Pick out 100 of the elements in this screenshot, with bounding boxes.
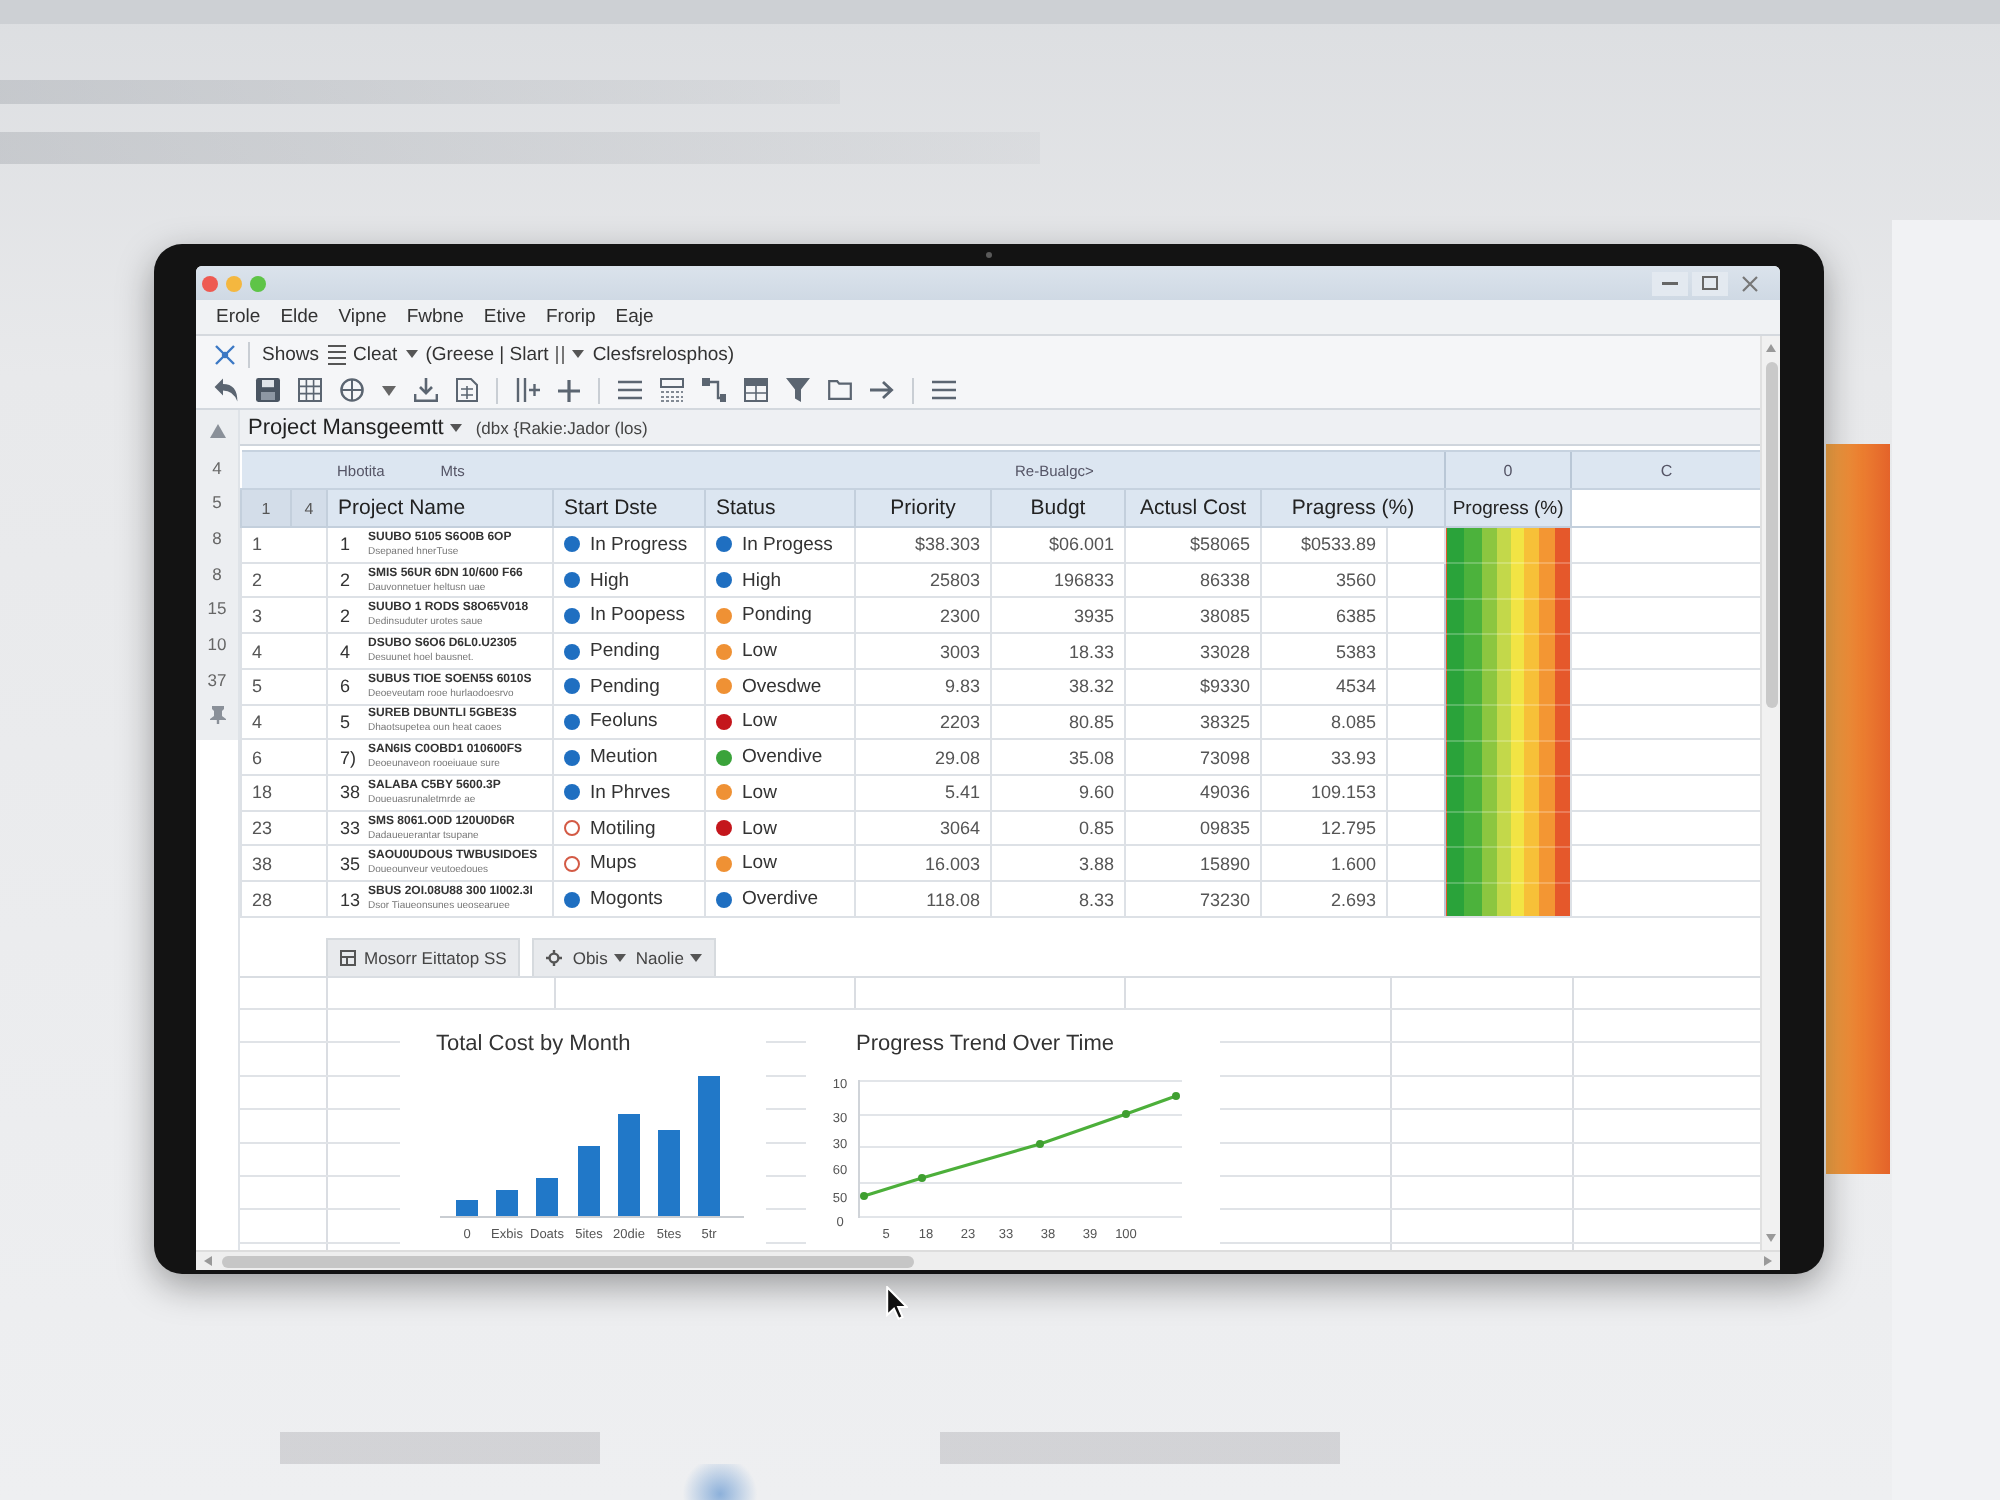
- status-label: Ovendive: [742, 746, 823, 769]
- table-cell: 33028: [1125, 633, 1261, 669]
- plus-icon[interactable]: [558, 379, 580, 401]
- maximize-button[interactable]: [1692, 271, 1728, 295]
- folder-icon[interactable]: [828, 380, 852, 400]
- column-header[interactable]: Budgt: [991, 489, 1125, 527]
- table-cell: 3064: [855, 810, 991, 846]
- right-arrow-icon[interactable]: [870, 380, 894, 400]
- name-box[interactable]: Project Mansgeemtt: [248, 415, 444, 439]
- column-header[interactable]: Actusl Cost: [1125, 489, 1261, 527]
- row-number: 8: [212, 525, 222, 552]
- toolbar-button[interactable]: Shows: [262, 343, 320, 365]
- table-icon[interactable]: [298, 378, 322, 402]
- table-cell: 1.600: [1261, 845, 1387, 882]
- project-number: 35: [340, 853, 360, 874]
- bar: [496, 1189, 518, 1216]
- table-cell: 3935: [991, 597, 1125, 634]
- table-cell: 35.08: [991, 739, 1125, 776]
- table-cell: 73098: [1125, 739, 1261, 776]
- table-cell: 86338: [1125, 562, 1261, 598]
- camera-icon: [985, 252, 991, 258]
- status-label: Meution: [590, 746, 658, 769]
- table-cell: 38325: [1125, 704, 1261, 740]
- table-cell: 73230: [1125, 881, 1261, 917]
- table-cell: 80.85: [991, 704, 1125, 740]
- status-label: Motiling: [590, 817, 656, 840]
- status-label: Low: [742, 710, 777, 733]
- scrollbar-thumb[interactable]: [1765, 362, 1777, 708]
- download-icon[interactable]: [414, 378, 438, 402]
- table-cell: $06.001: [991, 527, 1125, 563]
- table-icon[interactable]: [744, 378, 768, 402]
- column-header[interactable]: Status: [705, 489, 855, 527]
- minimize-icon: [1662, 281, 1678, 285]
- column-letter[interactable]: C: [1571, 451, 1762, 489]
- dropdown[interactable]: Naolie: [635, 947, 702, 968]
- dropdown[interactable]: Obis: [572, 947, 626, 968]
- column-header[interactable]: Pragress (%): [1261, 489, 1446, 527]
- lines-icon[interactable]: [618, 380, 642, 400]
- menu-item[interactable]: Frorip: [545, 306, 596, 328]
- save-icon[interactable]: [256, 378, 280, 402]
- menu-icon[interactable]: [932, 380, 956, 400]
- status-label: Overdive: [742, 888, 819, 911]
- project-number: 6: [340, 676, 353, 697]
- table-cell: $38.303: [855, 527, 991, 563]
- minimize-dot-icon[interactable]: [226, 275, 242, 291]
- caret-icon: [613, 953, 626, 962]
- caret-icon[interactable]: [382, 385, 396, 395]
- menu-item[interactable]: Vipne: [338, 306, 387, 328]
- column-header[interactable]: 1: [241, 489, 291, 527]
- caret-icon[interactable]: [405, 350, 418, 358]
- status-label: High: [590, 569, 630, 592]
- table-cell: 8.33: [991, 881, 1125, 917]
- filter-icon[interactable]: [786, 378, 810, 402]
- minimize-button[interactable]: [1652, 271, 1688, 295]
- undo-icon[interactable]: [214, 378, 238, 402]
- menu-item[interactable]: Eaje: [615, 306, 654, 328]
- menu-item[interactable]: Etive: [483, 306, 526, 328]
- table-grid-icon[interactable]: [660, 378, 684, 402]
- table-cell: 9.60: [991, 775, 1125, 811]
- list-icon[interactable]: [327, 343, 346, 365]
- caret-icon[interactable]: [449, 423, 462, 431]
- table-cell: 38085: [1125, 597, 1261, 634]
- scatter-icon[interactable]: [214, 343, 236, 365]
- bar: [578, 1145, 600, 1216]
- horizontal-scrollbar[interactable]: [196, 1250, 1780, 1270]
- table-cell: 0.85: [991, 810, 1125, 846]
- document-grid-icon[interactable]: [456, 378, 478, 402]
- column-header[interactable]: Project Name: [327, 489, 553, 527]
- row-number: 37: [207, 667, 227, 694]
- toolbar-text: (Greese | Slart: [425, 343, 549, 365]
- column-header[interactable]: Start Dste: [553, 489, 705, 527]
- table-cell: 118.08: [855, 881, 991, 917]
- menu-item[interactable]: Fwbne: [406, 306, 464, 328]
- chart-title: Total Cost by Month: [436, 1029, 631, 1058]
- status-label: In Progess: [742, 533, 833, 556]
- connector-icon[interactable]: [702, 378, 726, 402]
- insert-column-icon[interactable]: [516, 378, 540, 402]
- table-cell: 3.88: [991, 845, 1125, 882]
- column-header[interactable]: Progress (%): [1445, 489, 1572, 527]
- row-number: 38: [241, 845, 327, 882]
- table-cell: $0533.89: [1261, 527, 1387, 563]
- formula-text: (dbx {Rakie:Jador (los): [475, 417, 648, 437]
- layout-button[interactable]: Mosorr Eittatop SS: [326, 937, 521, 976]
- menu-item[interactable]: Elde: [280, 306, 319, 328]
- close-dot-icon[interactable]: [202, 275, 218, 291]
- menu-item[interactable]: Erole: [216, 306, 261, 328]
- crosshair-circle-icon[interactable]: [340, 378, 364, 402]
- data-point: [1036, 1139, 1044, 1148]
- vertical-scrollbar[interactable]: [1760, 336, 1780, 1250]
- column-header[interactable]: Priority: [855, 489, 991, 527]
- table-cell: 38.32: [991, 668, 1125, 705]
- close-icon: [1742, 275, 1758, 291]
- toolbar-button[interactable]: Cleat: [353, 343, 398, 365]
- table-cell: 29.08: [855, 739, 991, 776]
- row-number: 8: [212, 561, 222, 588]
- caret-icon[interactable]: [572, 350, 585, 358]
- row-number: 1: [241, 527, 327, 563]
- zoom-dot-icon[interactable]: [250, 275, 266, 291]
- bar: [658, 1129, 680, 1216]
- scrollbar-thumb[interactable]: [222, 1255, 914, 1267]
